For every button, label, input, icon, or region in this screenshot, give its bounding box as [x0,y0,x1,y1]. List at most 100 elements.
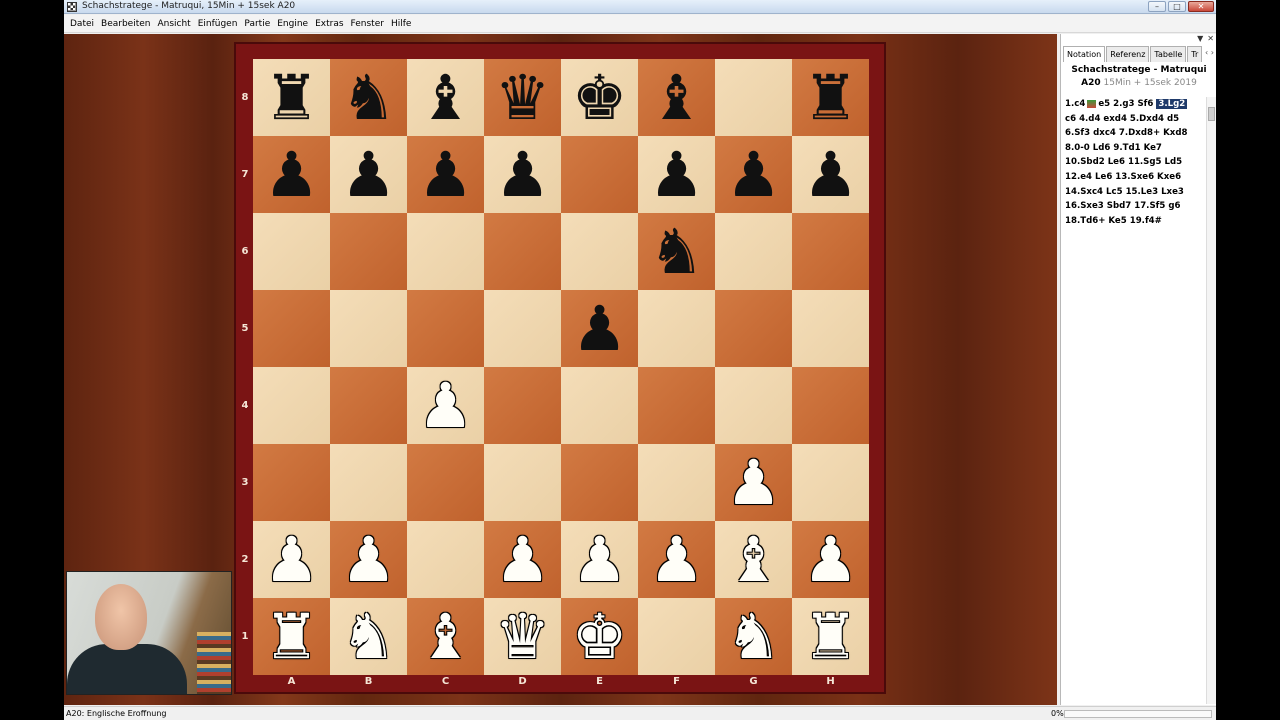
square-d3[interactable] [484,444,561,521]
square-f1[interactable] [638,598,715,675]
square-e3[interactable] [561,444,638,521]
square-g3[interactable]: ♟ [715,444,792,521]
black-rook-icon[interactable]: ♜ [264,66,320,129]
square-h3[interactable] [792,444,869,521]
move-text[interactable]: e5 2.g3 Sf6 [1098,99,1153,109]
square-b5[interactable] [330,290,407,367]
white-bishop-icon[interactable]: ♝ [418,605,474,668]
menu-engine[interactable]: Engine [277,19,308,29]
square-g4[interactable] [715,367,792,444]
tab-scroll-arrows[interactable]: ‹ › [1205,48,1214,57]
square-e4[interactable] [561,367,638,444]
tab-truncated[interactable]: Tr [1187,46,1203,62]
tab-notation[interactable]: Notation [1063,46,1106,62]
panel-dropdown-icon[interactable]: ▼ [1197,34,1203,43]
white-knight-icon[interactable]: ♞ [341,605,397,668]
black-pawn-icon[interactable]: ♟ [418,143,474,206]
white-knight-icon[interactable]: ♞ [726,605,782,668]
black-pawn-icon[interactable]: ♟ [649,143,705,206]
square-a7[interactable]: ♟ [253,136,330,213]
square-f5[interactable] [638,290,715,367]
move-line[interactable]: 16.Sxe3 Sbd7 17.Sf5 g6 [1065,199,1203,214]
black-rook-icon[interactable]: ♜ [803,66,859,129]
white-pawn-icon[interactable]: ♟ [495,528,551,591]
square-h7[interactable]: ♟ [792,136,869,213]
notation-scrollbar[interactable] [1206,97,1216,704]
white-king-icon[interactable]: ♚ [572,605,628,668]
white-pawn-icon[interactable]: ♟ [649,528,705,591]
maximize-button[interactable]: □ [1168,1,1186,12]
square-a6[interactable] [253,213,330,290]
black-queen-icon[interactable]: ♛ [495,66,551,129]
square-h4[interactable] [792,367,869,444]
square-b3[interactable] [330,444,407,521]
black-pawn-icon[interactable]: ♟ [264,143,320,206]
square-e2[interactable]: ♟ [561,521,638,598]
square-d5[interactable] [484,290,561,367]
square-a8[interactable]: ♜ [253,59,330,136]
minimize-button[interactable]: – [1148,1,1166,12]
menu-ansicht[interactable]: Ansicht [157,19,190,29]
square-e6[interactable] [561,213,638,290]
square-f7[interactable]: ♟ [638,136,715,213]
scrollbar-thumb[interactable] [1208,107,1215,121]
square-d7[interactable]: ♟ [484,136,561,213]
white-rook-icon[interactable]: ♜ [803,605,859,668]
black-knight-icon[interactable]: ♞ [341,66,397,129]
square-b8[interactable]: ♞ [330,59,407,136]
white-pawn-icon[interactable]: ♟ [264,528,320,591]
white-bishop-icon[interactable]: ♝ [726,528,782,591]
menu-fenster[interactable]: Fenster [351,19,384,29]
square-h5[interactable] [792,290,869,367]
square-d8[interactable]: ♛ [484,59,561,136]
square-e8[interactable]: ♚ [561,59,638,136]
square-b4[interactable] [330,367,407,444]
current-move[interactable]: 3.Lg2 [1156,99,1188,109]
square-a1[interactable]: ♜ [253,598,330,675]
chessboard-app-icon[interactable] [67,2,77,12]
menu-bearbeiten[interactable]: Bearbeiten [101,19,150,29]
tab-tabelle[interactable]: Tabelle [1150,46,1187,62]
square-g8[interactable] [715,59,792,136]
square-e5[interactable]: ♟ [561,290,638,367]
move-line[interactable]: 6.Sf3 dxc4 7.Dxd8+ Kxd8 [1065,126,1203,141]
square-b6[interactable] [330,213,407,290]
square-e7[interactable] [561,136,638,213]
chess-board[interactable]: ♜ ♞ ♝ ♛ ♚ ♝ ♜ ♟ ♟ ♟ ♟ ♟ ♟ ♟ ♞ ♟ ♟ ♟ ♟ ♟ ♟ ♟ ♟ ♝ ♟ ♜ ♞ ♝ ♛ ♚ ♞ ♜ [253,59,869,675]
move-line[interactable]: 18.Td6+ Ke5 19.f4# [1065,214,1203,229]
white-queen-icon[interactable]: ♛ [495,605,551,668]
black-pawn-icon[interactable]: ♟ [495,143,551,206]
menu-datei[interactable]: Datei [70,19,94,29]
square-d2[interactable]: ♟ [484,521,561,598]
square-f4[interactable] [638,367,715,444]
square-b1[interactable]: ♞ [330,598,407,675]
move-line[interactable]: 10.Sbd2 Le6 11.Sg5 Ld5 [1065,155,1203,170]
square-h6[interactable] [792,213,869,290]
square-a2[interactable]: ♟ [253,521,330,598]
black-bishop-icon[interactable]: ♝ [418,66,474,129]
black-bishop-icon[interactable]: ♝ [649,66,705,129]
black-pawn-icon[interactable]: ♟ [803,143,859,206]
menu-extras[interactable]: Extras [315,19,343,29]
square-g1[interactable]: ♞ [715,598,792,675]
square-g5[interactable] [715,290,792,367]
square-c1[interactable]: ♝ [407,598,484,675]
square-b2[interactable]: ♟ [330,521,407,598]
square-f6[interactable]: ♞ [638,213,715,290]
square-c2[interactable] [407,521,484,598]
square-a4[interactable] [253,367,330,444]
square-d1[interactable]: ♛ [484,598,561,675]
square-c8[interactable]: ♝ [407,59,484,136]
square-e1[interactable]: ♚ [561,598,638,675]
move-list[interactable]: 1.c4 e5 2.g3 Sf6 3.Lg2 c6 4.d4 exd4 5.Dxd… [1065,97,1203,228]
square-c4[interactable]: ♟ [407,367,484,444]
square-f8[interactable]: ♝ [638,59,715,136]
square-b7[interactable]: ♟ [330,136,407,213]
square-h1[interactable]: ♜ [792,598,869,675]
black-pawn-icon[interactable]: ♟ [726,143,782,206]
tab-referenz[interactable]: Referenz [1106,46,1150,62]
square-h2[interactable]: ♟ [792,521,869,598]
move-line[interactable]: 12.e4 Le6 13.Sxe6 Kxe6 [1065,170,1203,185]
move-line[interactable]: 14.Sxc4 Lc5 15.Le3 Lxe3 [1065,185,1203,200]
white-pawn-icon[interactable]: ♟ [726,451,782,514]
